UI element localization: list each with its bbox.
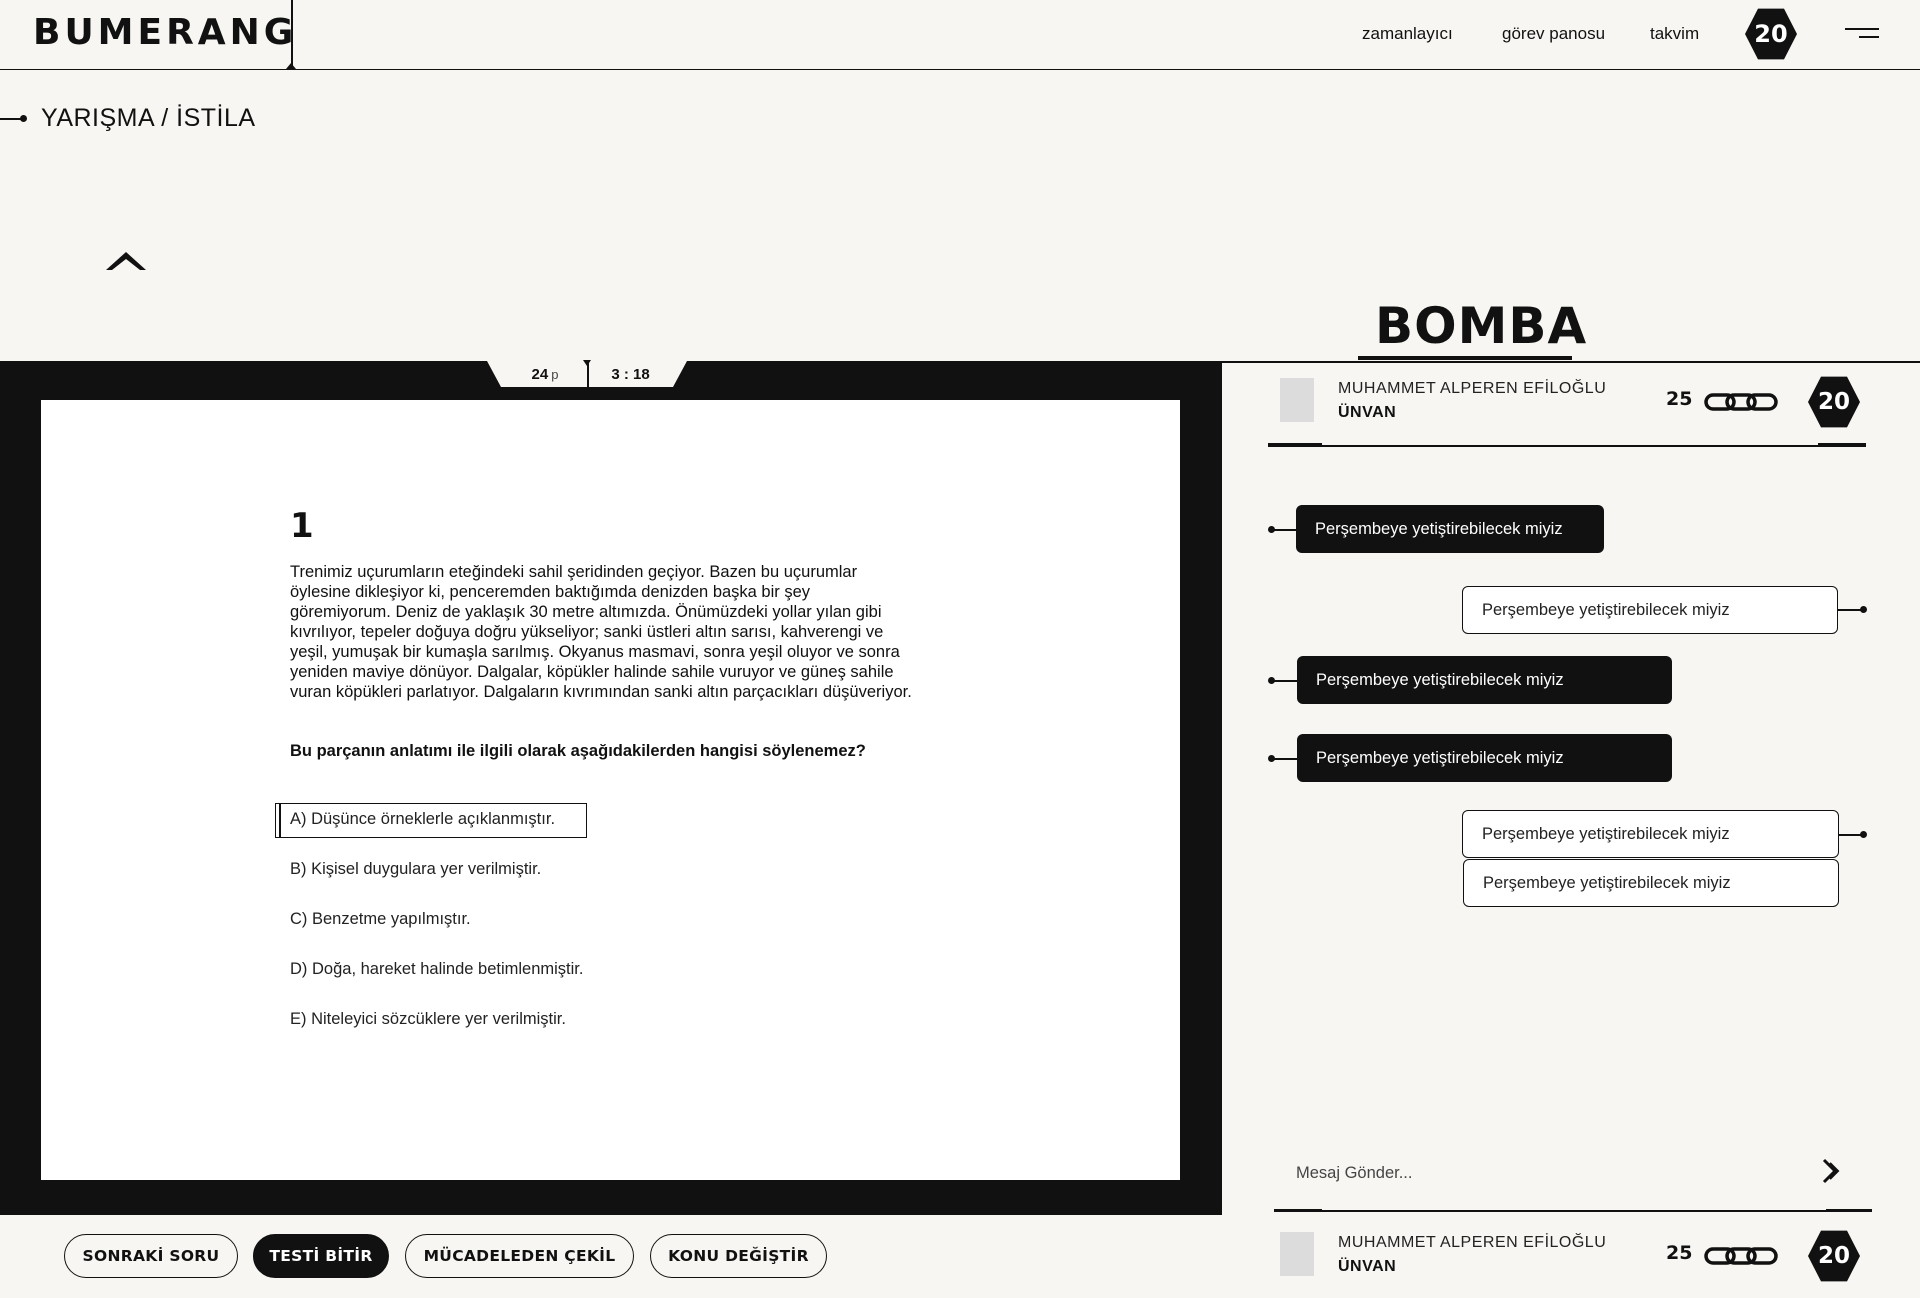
chat-message: Perşembeye yetiştirebilecek miyiz [1462, 810, 1839, 858]
menu-icon[interactable] [1843, 28, 1879, 42]
question-number: 1 [290, 506, 314, 546]
underline-tick [1274, 1209, 1322, 1212]
underline-tick [1826, 1209, 1872, 1212]
chain-icon [1704, 393, 1778, 411]
logo-divider-marker [286, 63, 296, 69]
chevron-up-icon[interactable] [104, 246, 148, 274]
finish-test-button[interactable]: TESTİ BİTİR [253, 1234, 389, 1278]
avatar[interactable] [1280, 378, 1314, 422]
nav-calendar[interactable]: takvim [1650, 24, 1699, 44]
right-divider-line [1222, 361, 1920, 363]
message-input[interactable]: Mesaj Gönder... [1296, 1164, 1412, 1183]
change-topic-button[interactable]: KONU DEĞİŞTİR [650, 1234, 827, 1278]
question-prompt: Bu parçanın anlatımı ile ilgili olarak a… [290, 742, 866, 760]
breadcrumb-dot [20, 115, 27, 122]
avatar[interactable] [1280, 1232, 1314, 1276]
chat-message: Perşembeye yetiştirebilecek miyiz [1297, 734, 1672, 782]
points-display: 24 p [487, 366, 587, 383]
message-connector-dot [1860, 606, 1867, 613]
player-name: MUHAMMET ALPEREN EFİLOĞLU [1338, 1234, 1607, 1251]
stat-tab-marker [583, 360, 591, 366]
opponent-name: MUHAMMET ALPEREN EFİLOĞLU [1338, 380, 1607, 397]
nav-task-board[interactable]: görev panosu [1502, 24, 1605, 44]
chat-message: Perşembeye yetiştirebilecek miyiz [1463, 859, 1839, 907]
chain-icon [1704, 1247, 1778, 1265]
timer-display: 3 : 18 [611, 365, 650, 383]
underline-tick [1818, 443, 1866, 446]
option-c[interactable]: C) Benzetme yapılmıştır. [290, 910, 471, 929]
question-sheet [41, 400, 1180, 1180]
player-title: ÜNVAN [1338, 1258, 1397, 1275]
chat-message: Perşembeye yetiştirebilecek miyiz [1462, 586, 1838, 634]
app-logo[interactable]: BUMERANG [33, 12, 297, 53]
level-badge[interactable]: 20 [1745, 8, 1797, 60]
input-underline [1274, 1210, 1872, 1212]
top-bar: BUMERANG zamanlayıcı görev panosu takvim… [0, 0, 1920, 70]
withdraw-button[interactable]: MÜCADELEDEN ÇEKİL [405, 1234, 634, 1278]
underline-tick [1268, 443, 1322, 446]
opponent-badge: 20 [1808, 376, 1860, 428]
player-badge: 20 [1808, 1230, 1860, 1282]
opponent-row: MUHAMMET ALPEREN EFİLOĞLU ÜNVAN 25 20 [1268, 366, 1888, 436]
opponent-count: 25 [1666, 388, 1693, 410]
message-connector-dot [1268, 755, 1275, 762]
option-b[interactable]: B) Kişisel duygulara yer verilmiştir. [290, 860, 541, 879]
chat-message: Perşembeye yetiştirebilecek miyiz [1296, 505, 1604, 553]
option-e[interactable]: E) Niteleyici sözcüklere yer verilmiştir… [290, 1010, 566, 1029]
logo-divider [291, 0, 293, 66]
mode-title-underline [1358, 356, 1572, 360]
chat-message: Perşembeye yetiştirebilecek miyiz [1297, 656, 1672, 704]
option-d[interactable]: D) Doğa, hareket halinde betimlenmiştir. [290, 960, 583, 979]
message-connector-dot [1860, 831, 1867, 838]
next-question-button[interactable]: SONRAKİ SORU [64, 1234, 238, 1278]
opponent-underline [1268, 445, 1866, 447]
mode-title: BOMBA [1375, 297, 1588, 355]
message-connector-dot [1268, 677, 1275, 684]
points-unit: p [551, 366, 559, 382]
points-value: 24 [531, 365, 549, 383]
opponent-title: ÜNVAN [1338, 404, 1397, 421]
breadcrumb-line [0, 118, 22, 120]
player-row: MUHAMMET ALPEREN EFİLOĞLU ÜNVAN 25 20 [1268, 1220, 1888, 1290]
message-connector-dot [1268, 526, 1275, 533]
question-passage: Trenimiz uçurumların eteğindeki sahil şe… [290, 563, 912, 701]
player-count: 25 [1666, 1242, 1693, 1264]
nav-timer[interactable]: zamanlayıcı [1362, 24, 1453, 44]
breadcrumb: YARIŞMA / İSTİLA [41, 104, 256, 132]
send-icon[interactable] [1819, 1157, 1845, 1185]
option-a[interactable]: A) Düşünce örneklerle açıklanmıştır. [275, 803, 587, 838]
